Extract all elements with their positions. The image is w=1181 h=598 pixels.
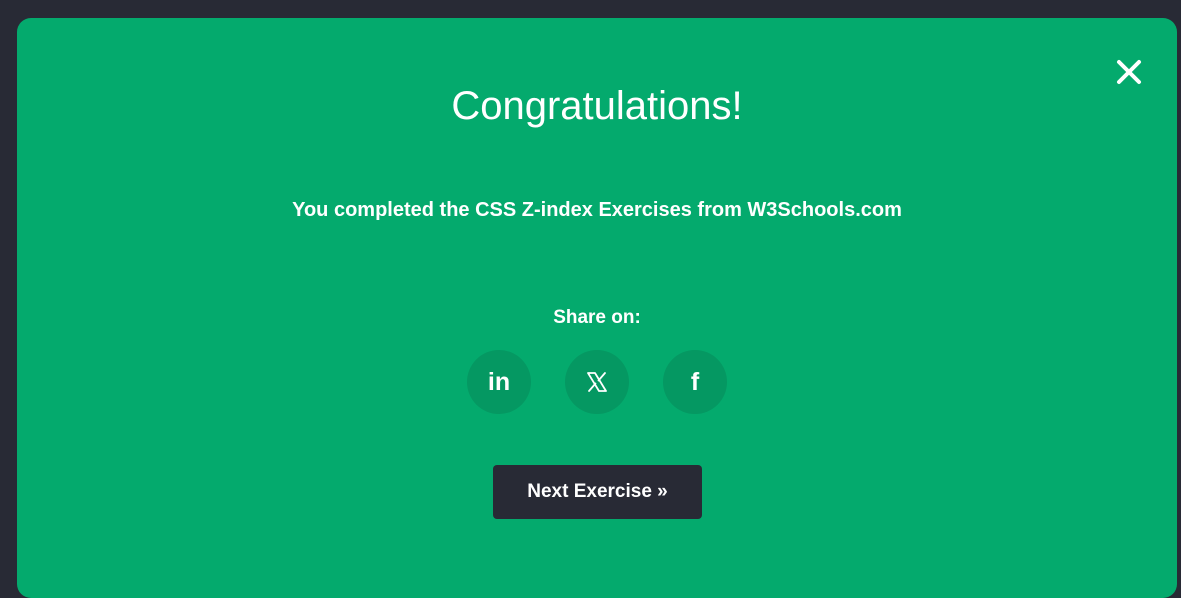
share-linkedin-button[interactable]: in [467, 350, 531, 414]
share-facebook-button[interactable]: f [663, 350, 727, 414]
linkedin-icon: in [487, 367, 511, 396]
share-buttons: in f [17, 350, 1177, 414]
completion-message: You completed the CSS Z-index Exercises … [292, 199, 902, 221]
facebook-icon: f [690, 367, 700, 396]
share-label: Share on: [553, 307, 641, 328]
congratulations-modal: Congratulations! You completed the CSS Z… [17, 18, 1177, 598]
next-exercise-button[interactable]: Next Exercise » [493, 465, 702, 519]
modal-title: Congratulations! [451, 84, 743, 128]
share-x-button[interactable] [565, 350, 629, 414]
x-icon [587, 372, 607, 392]
